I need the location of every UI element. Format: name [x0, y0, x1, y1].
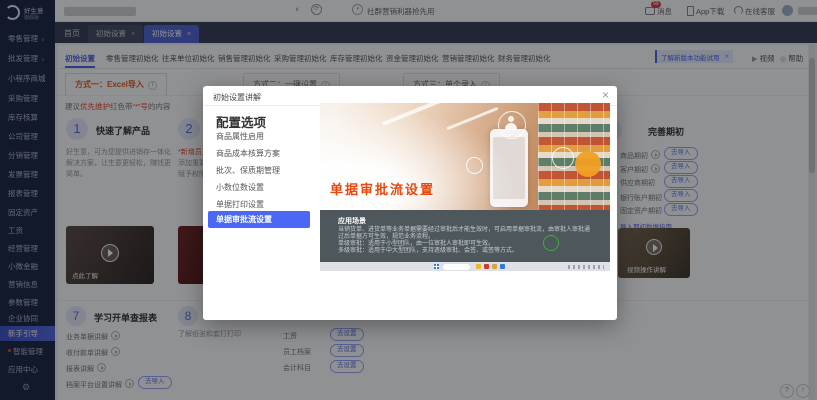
- option-item-approval-flow-selected[interactable]: 单据审批流设置: [208, 211, 310, 228]
- video-slide-panel: 应用场景 当销货单、进货单等业务单据需要经过审批后才能生效时，可启用单据审批流，…: [320, 210, 610, 262]
- setup-guide-modal: 初始设置讲解 × 配置选项 商品属性启用 商品成本核算方案 批次、保质期管理 小…: [203, 86, 617, 320]
- slide-section-title: 应用场景: [338, 216, 366, 226]
- taskbar-app-icon: [492, 264, 497, 269]
- taskbar-tray: [568, 265, 604, 269]
- option-item-print-setting[interactable]: 单据打印设置: [216, 199, 264, 210]
- option-item-cost-method[interactable]: 商品成本核算方案: [216, 148, 280, 159]
- modal-title: 初始设置讲解: [213, 92, 261, 103]
- windows-start-icon: [434, 264, 439, 269]
- option-item-decimal[interactable]: 小数位数设置: [216, 182, 264, 193]
- options-title: 配置选项: [216, 112, 266, 131]
- taskbar-app-icon: [500, 264, 505, 269]
- slide-title: 单据审批流设置: [330, 179, 435, 198]
- taskbar-search-box: [443, 264, 470, 270]
- orange-dot-graphic: [575, 151, 601, 177]
- taskbar-app-icon: [484, 264, 489, 269]
- tutorial-video-player[interactable]: 单据审批流设置 应用场景 当销货单、进货单等业务单据需要经过审批后才能生效时，可…: [320, 103, 610, 271]
- app-screen: 好生意 旗舰版 零售管理∨ 批发管理∨ 小程序商城 采购管理 库存核算 公司管理…: [0, 0, 817, 400]
- close-icon[interactable]: ×: [602, 88, 609, 102]
- option-item-batch-expiry[interactable]: 批次、保质期管理: [216, 165, 280, 176]
- video-windows-taskbar: [320, 262, 610, 271]
- green-circle-annotation: [543, 235, 559, 251]
- video-slide-photo: 单据审批流设置: [320, 103, 610, 210]
- option-item-attributes[interactable]: 商品属性启用: [216, 131, 264, 142]
- grid-icon: [552, 147, 574, 169]
- taskbar-app-icon: [476, 264, 481, 269]
